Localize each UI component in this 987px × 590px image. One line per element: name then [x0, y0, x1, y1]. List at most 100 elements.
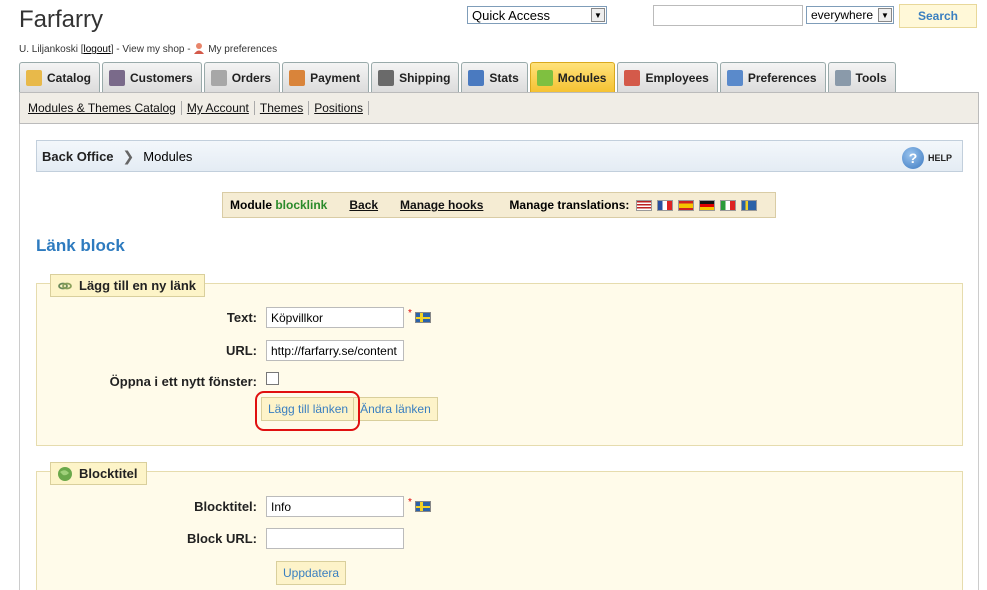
tab-label: Payment [310, 70, 361, 85]
help-icon: ? [901, 147, 924, 169]
tab-payment[interactable]: Payment [282, 62, 370, 92]
text-row: Text: Köpvillkor * [37, 307, 431, 328]
search-input[interactable] [653, 5, 803, 26]
tab-label: Modules [557, 70, 607, 85]
it-flag-icon[interactable] [720, 199, 737, 211]
puzzle-icon [536, 69, 553, 86]
block-title-field[interactable]: Info [266, 496, 404, 517]
quick-access-select[interactable]: Quick Access ▼ [467, 6, 607, 24]
update-row: Uppdatera [276, 561, 347, 585]
chevron-down-icon[interactable]: ▼ [878, 8, 892, 22]
user-bar: U. Liljankoski [logout] - View my shop -… [19, 42, 277, 55]
fr-flag-icon[interactable] [657, 199, 674, 211]
link-url-field[interactable]: http://farfarry.se/content [266, 340, 404, 361]
tab-label: Employees [645, 70, 709, 85]
text-label: Text: [226, 310, 257, 325]
url-label: URL: [225, 343, 257, 358]
highlight-circle [255, 391, 360, 431]
se-flag-icon[interactable] [741, 199, 758, 211]
sub-navigation: Modules & Themes Catalog My Account Themes… [19, 92, 979, 124]
search-scope-select[interactable]: everywhere ▼ [806, 6, 894, 24]
manage-translations-label: Manage translations: [509, 198, 630, 212]
subnav-item-my-account[interactable]: My Account [182, 101, 255, 115]
add-link-legend-label: Lägg till en ny länk [79, 278, 197, 293]
block-title-row: Blocktitel: Info * [37, 496, 431, 517]
new-window-row: Öppna i ett nytt fönster: [37, 372, 279, 389]
tab-catalog[interactable]: Catalog [19, 62, 101, 92]
breadcrumb-root[interactable]: Back Office [42, 149, 114, 164]
main-content: Back Office ❯ Modules ? HELP Module bloc… [19, 124, 979, 590]
se-flag-icon[interactable] [414, 501, 431, 512]
breadcrumb: Back Office ❯ Modules ? HELP [36, 140, 963, 172]
wrench-icon [834, 69, 851, 86]
tab-label: Shipping [399, 70, 451, 85]
user-name: U. Liljankoski [19, 44, 78, 55]
view-shop-link[interactable]: View my shop [122, 44, 184, 55]
tab-label: Stats [489, 70, 519, 85]
tab-preferences[interactable]: Preferences [719, 62, 826, 92]
manage-hooks-link[interactable]: Manage hooks [400, 198, 483, 212]
block-title-label: Blocktitel: [194, 499, 257, 514]
subnav-item-positions[interactable]: Positions [309, 101, 369, 115]
se-flag-icon[interactable] [414, 312, 431, 323]
new-window-checkbox[interactable] [266, 372, 279, 385]
breadcrumb-current: Modules [143, 148, 193, 164]
chart-icon [468, 69, 485, 86]
tab-tools[interactable]: Tools [827, 62, 896, 92]
block-url-field[interactable] [266, 528, 404, 549]
main-tabs: Catalog Customers Orders Payment Shipping Sta… [19, 62, 898, 92]
block-title-fieldset: Blocktitel Blocktitel: Info * Block URL:… [36, 462, 963, 590]
module-name: blocklink [275, 198, 328, 212]
shop-title: Farfarry [19, 6, 103, 33]
my-preferences-link[interactable]: My preferences [208, 44, 277, 55]
tab-label: Preferences [747, 70, 817, 85]
us-flag-icon[interactable] [636, 199, 653, 211]
bracket-close: ] [110, 44, 114, 55]
required-mark: * [408, 308, 412, 319]
subnav-item-modules-themes-catalog[interactable]: Modules & Themes Catalog [23, 101, 182, 115]
help-button[interactable]: ? HELP [901, 147, 952, 169]
globe-icon [58, 466, 72, 481]
tab-label: Tools [855, 70, 887, 85]
de-flag-icon[interactable] [699, 199, 716, 211]
tab-label: Orders [231, 70, 272, 85]
chevron-down-icon[interactable]: ▼ [591, 8, 605, 22]
person-icon [109, 69, 126, 86]
payment-icon [289, 69, 306, 86]
edit-link-button[interactable]: Ändra länken [353, 397, 438, 421]
module-prefix: Module [230, 198, 272, 212]
tab-label: Catalog [47, 70, 92, 85]
separator: - [116, 44, 120, 55]
block-url-label: Block URL: [186, 531, 257, 546]
es-flag-icon[interactable] [678, 199, 695, 211]
employee-icon [624, 69, 641, 86]
tab-employees[interactable]: Employees [617, 62, 718, 92]
quick-access-value: Quick Access [472, 8, 551, 23]
tab-shipping[interactable]: Shipping [371, 62, 460, 92]
search-button[interactable]: Search [899, 4, 977, 28]
block-url-row: Block URL: [37, 528, 404, 549]
help-label: HELP [927, 153, 952, 163]
logout-link[interactable]: logout [83, 44, 110, 55]
tab-stats[interactable]: Stats [461, 62, 528, 92]
block-title-legend-label: Blocktitel [79, 466, 138, 481]
folder-icon [26, 69, 42, 86]
page-title: Länk block [36, 236, 125, 255]
person-icon [194, 43, 205, 54]
url-row: URL: http://farfarry.se/content [37, 340, 404, 361]
update-button[interactable]: Uppdatera [276, 561, 347, 585]
tab-orders[interactable]: Orders [203, 62, 281, 92]
translation-flags [636, 199, 762, 211]
required-mark: * [408, 497, 412, 508]
tab-modules[interactable]: Modules [529, 62, 616, 92]
block-title-legend: Blocktitel [50, 462, 147, 485]
separator: - [187, 44, 191, 55]
back-link[interactable]: Back [349, 198, 378, 212]
cart-icon [210, 69, 227, 86]
truck-icon [378, 69, 395, 86]
link-text-field[interactable]: Köpvillkor [266, 307, 404, 328]
preferences-icon [726, 69, 743, 86]
search-scope-value: everywhere [811, 8, 874, 22]
tab-customers[interactable]: Customers [102, 62, 202, 92]
subnav-item-themes[interactable]: Themes [255, 101, 310, 115]
